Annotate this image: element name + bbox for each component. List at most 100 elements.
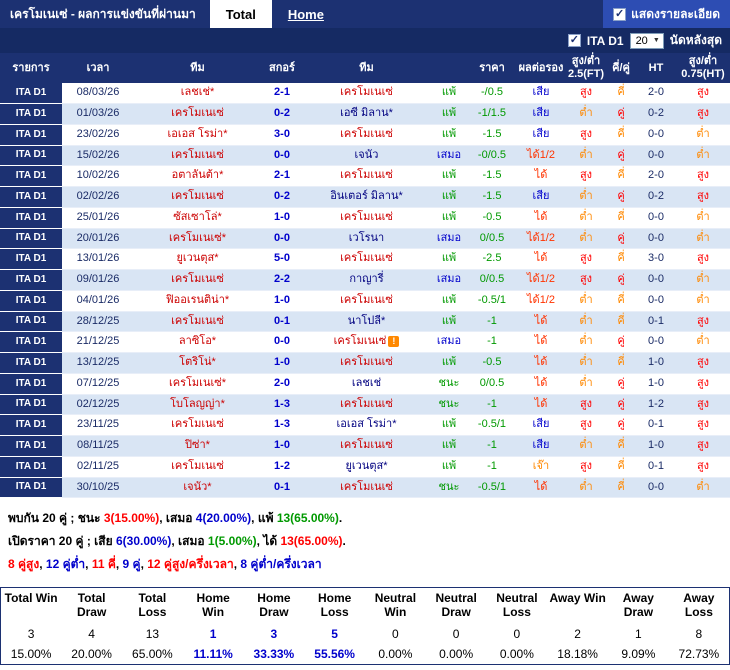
handicap-result: เสีย bbox=[516, 83, 566, 105]
home-team[interactable]: โตริโน่* bbox=[134, 352, 261, 374]
match-date: 21/12/25 bbox=[62, 331, 134, 354]
show-details-label: แสดงรายละเอียด bbox=[631, 6, 720, 21]
totals-values-row: 3 4 13 1 3 5 0 0 0 2 1 8 bbox=[1, 624, 730, 644]
away-team[interactable]: เครโมเนเซ่ bbox=[303, 248, 430, 271]
odd-even: คี่ bbox=[606, 165, 636, 188]
totals-value-cell: 0 bbox=[392, 626, 399, 641]
away-team[interactable]: เจนัว bbox=[303, 145, 430, 167]
league-badge: ITA D1 bbox=[0, 228, 62, 250]
over-under-ht: ต่ำ bbox=[676, 269, 730, 291]
home-team[interactable]: เครโมเนเซ่ bbox=[134, 269, 261, 291]
league-checkbox-icon[interactable]: ✓ bbox=[567, 34, 581, 47]
away-team[interactable]: เครโมเนเซ่ bbox=[303, 435, 430, 457]
home-team[interactable]: เลชเช่* bbox=[134, 83, 261, 105]
away-team[interactable]: เครโมเนเซ่ bbox=[303, 477, 430, 499]
league-badge: ITA D1 bbox=[0, 269, 62, 291]
home-team[interactable]: ซัสเซาโล่* bbox=[134, 207, 261, 229]
home-team[interactable]: โบโลญญ่า* bbox=[134, 394, 261, 416]
home-team[interactable]: เครโมเนเซ่* bbox=[134, 373, 261, 395]
over-under-ft: ต่ำ bbox=[566, 186, 606, 208]
alert-icon: ! bbox=[388, 335, 400, 347]
away-team[interactable]: นาโปลี* bbox=[303, 311, 430, 333]
away-team[interactable]: เครโมเนเซ่ bbox=[303, 290, 430, 312]
handicap-price: -1.5 bbox=[468, 124, 516, 146]
home-team[interactable]: เจนัว* bbox=[134, 477, 261, 499]
handicap-result: เสีย bbox=[516, 103, 566, 125]
tab-home[interactable]: Home bbox=[272, 0, 340, 28]
handicap-result: ได้ bbox=[516, 394, 566, 416]
match-result: แพ้ bbox=[430, 103, 468, 125]
home-team[interactable]: ลาซิโอ* bbox=[134, 331, 261, 354]
home-team[interactable]: เครโมเนเซ่ bbox=[134, 103, 261, 125]
handicap-result: ได้ bbox=[516, 248, 566, 271]
league-badge: ITA D1 bbox=[0, 186, 62, 208]
results-header-row: รายการ เวลา ทีม สกอร์ ทีม ราคา ผลต่อรอง … bbox=[0, 53, 730, 84]
away-team[interactable]: เครโมเนเซ่ bbox=[303, 352, 430, 374]
league-badge: ITA D1 bbox=[0, 331, 62, 354]
ft-score: 1-0 bbox=[261, 435, 303, 457]
away-team[interactable]: เครโมเนเซ่! bbox=[303, 331, 430, 354]
odd-even: คี่ bbox=[606, 124, 636, 146]
totals-value-cell: 0 bbox=[452, 626, 460, 641]
home-team[interactable]: เครโมเนเซ่ bbox=[134, 414, 261, 437]
home-team[interactable]: เครโมเนเซ่ bbox=[134, 186, 261, 208]
home-team[interactable]: ยูเวนตุส* bbox=[134, 248, 261, 271]
home-team[interactable]: ปิซ่า* bbox=[134, 435, 261, 457]
ft-score: 3-0 bbox=[261, 124, 303, 146]
away-team[interactable]: เครโมเนเซ่ bbox=[303, 124, 430, 146]
away-team[interactable]: เอเอส โรม่า* bbox=[303, 414, 430, 437]
summary-segment: , bbox=[39, 557, 46, 572]
col-header-score: สกอร์ bbox=[261, 53, 303, 84]
away-team[interactable]: เวโรนา bbox=[303, 228, 430, 250]
totals-percent-cell: 65.00% bbox=[132, 646, 173, 661]
odd-even: คี่ bbox=[606, 311, 636, 333]
ft-score: 5-0 bbox=[261, 248, 303, 271]
away-team[interactable]: อินเตอร์ มิลาน* bbox=[303, 186, 430, 208]
chevron-down-icon: ▼ bbox=[652, 37, 660, 44]
home-team[interactable]: ฟิออเรนติน่า* bbox=[134, 290, 261, 312]
ft-score: 2-2 bbox=[261, 269, 303, 291]
over-under-ft: สูง bbox=[566, 165, 606, 188]
match-date: 28/12/25 bbox=[62, 311, 134, 333]
show-details-toggle[interactable]: ✓ แสดงรายละเอียด bbox=[603, 0, 730, 28]
summary-segment: แพ้ bbox=[257, 511, 277, 526]
summary-line: 8 คู่สูง, 12 คู่ต่ำ, 11 คี่, 9 คู่, 12 ค… bbox=[8, 555, 722, 574]
match-result: เสมอ bbox=[430, 145, 468, 167]
match-count-select[interactable]: 20 ▼ bbox=[629, 32, 664, 49]
table-row: ITA D1 02/12/25 โบโลญญ่า* 1-3 เครโมเนเซ่ ชนะ -… bbox=[0, 394, 730, 416]
away-team[interactable]: เครโมเนเซ่ bbox=[303, 83, 430, 105]
over-under-ft: สูง bbox=[566, 269, 606, 291]
away-team[interactable]: กาญารี่ bbox=[303, 269, 430, 291]
home-team[interactable]: เครโมเนเซ่ bbox=[134, 456, 261, 478]
home-team[interactable]: เครโมเนเซ่ bbox=[134, 145, 261, 167]
away-team[interactable]: ยูเวนตุส* bbox=[303, 456, 430, 478]
show-details-checkbox-icon[interactable]: ✓ bbox=[613, 7, 627, 21]
away-team[interactable]: เครโมเนเซ่ bbox=[303, 394, 430, 416]
home-team[interactable]: เอเอส โรม่า* bbox=[134, 124, 261, 146]
results-tbody: ITA D1 08/03/26 เลชเช่* 2-1 เครโมเนเซ่ แพ้ -/0… bbox=[0, 83, 730, 499]
handicap-price: -1.5 bbox=[468, 165, 516, 188]
over-under-ft: สูง bbox=[566, 83, 606, 105]
over-under-ht: สูง bbox=[676, 456, 730, 478]
ht-score: 0-0 bbox=[636, 124, 676, 146]
away-team[interactable]: เลชเช่ bbox=[303, 373, 430, 395]
away-team[interactable]: เอซี มิลาน* bbox=[303, 103, 430, 125]
home-team[interactable]: เครโมเนเซ่* bbox=[134, 228, 261, 250]
handicap-result: เสีย bbox=[516, 186, 566, 208]
home-team[interactable]: เครโมเนเซ่ bbox=[134, 311, 261, 333]
tab-total[interactable]: Total bbox=[209, 0, 272, 28]
col-header-ht: HT bbox=[636, 53, 676, 84]
away-team[interactable]: เครโมเนเซ่ bbox=[303, 207, 430, 229]
handicap-result: เสีย bbox=[516, 124, 566, 146]
handicap-price: -0.5 bbox=[468, 207, 516, 229]
col-header-over-under-ht: สูง/ต่ำ 0.75(HT) bbox=[676, 53, 730, 84]
table-row: ITA D1 04/01/26 ฟิออเรนติน่า* 1-0 เครโมเนเซ่… bbox=[0, 290, 730, 312]
handicap-result: เสีย bbox=[516, 435, 566, 457]
away-team[interactable]: เครโมเนเซ่ bbox=[303, 165, 430, 188]
match-result: เสมอ bbox=[430, 269, 468, 291]
match-date: 02/11/25 bbox=[62, 456, 134, 478]
odd-even: คู่ bbox=[606, 373, 636, 395]
ht-score: 1-0 bbox=[636, 352, 676, 374]
home-team[interactable]: อตาลันต้า* bbox=[134, 165, 261, 188]
over-under-ft: ต่ำ bbox=[566, 352, 606, 374]
